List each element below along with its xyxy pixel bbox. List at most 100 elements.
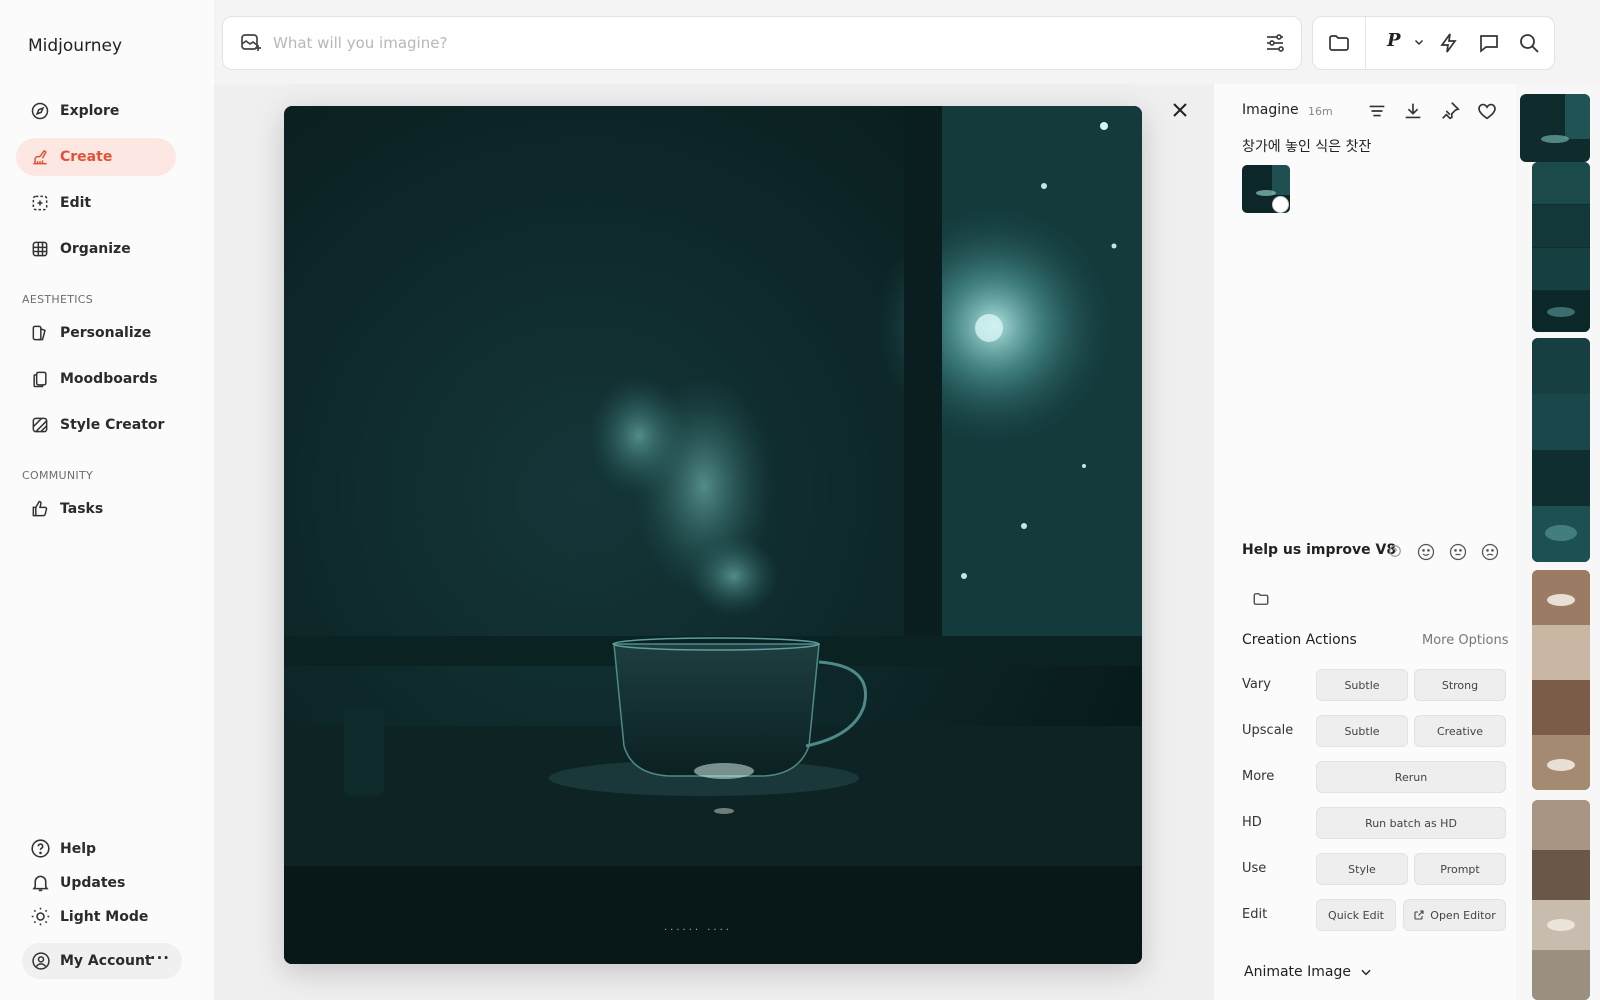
sidebar-item-label: Style Creator — [60, 417, 165, 433]
quick-edit-button[interactable]: Quick Edit — [1316, 899, 1396, 931]
details-panel: Imagine 16m 창가에 놓인 식은 찻잔 Help us improve… — [1214, 84, 1516, 1000]
chevron-down-icon — [1361, 969, 1371, 976]
hd-label: HD — [1242, 815, 1262, 830]
open-editor-label: Open Editor — [1430, 908, 1496, 922]
vary-strong-button[interactable]: Strong — [1414, 669, 1506, 701]
sidebar-item-label: Organize — [60, 241, 131, 257]
section-label-aesthetics: AESTHETICS — [22, 293, 94, 306]
upscale-label: Upscale — [1242, 723, 1294, 738]
close-icon[interactable] — [1168, 98, 1192, 122]
bell-icon — [32, 875, 49, 892]
user-circle-icon — [32, 952, 50, 970]
folder-icon[interactable] — [1252, 590, 1270, 608]
neutral-face-icon[interactable] — [1448, 542, 1468, 562]
grid-icon — [32, 241, 48, 257]
vary-label: Vary — [1242, 677, 1271, 692]
open-editor-button[interactable]: Open Editor — [1403, 899, 1506, 931]
prompt-bar — [222, 16, 1302, 70]
animate-label: Animate Image — [1244, 964, 1351, 980]
menu-lines-icon[interactable] — [1366, 100, 1388, 122]
sidebar-item-label: Personalize — [60, 325, 152, 341]
top-toolbar: P — [1312, 16, 1555, 70]
sidebar-item-create[interactable]: Create — [16, 138, 176, 176]
toolbar-divider — [1365, 17, 1366, 69]
chat-icon[interactable] — [1477, 31, 1501, 55]
panel-title: Imagine — [1242, 102, 1299, 118]
image-pager[interactable]: ······ ···· — [664, 925, 732, 936]
light-mode-label: Light Mode — [60, 908, 149, 925]
my-account-button[interactable]: My Account ··· — [22, 943, 182, 979]
sidebar: Midjourney Explore Create Edit Organize … — [0, 0, 214, 1000]
upscale-subtle-button[interactable]: Subtle — [1316, 715, 1408, 747]
help-circle-icon — [31, 839, 50, 858]
updates-label: Updates — [60, 874, 126, 891]
chevron-down-icon[interactable] — [1413, 36, 1425, 48]
image-add-icon[interactable] — [239, 31, 263, 55]
sun-icon — [31, 907, 50, 926]
personalize-icon — [32, 325, 46, 341]
account-more-button[interactable]: ··· — [150, 949, 170, 967]
rerun-button[interactable]: Rerun — [1316, 761, 1506, 793]
sidebar-item-label: Create — [60, 149, 113, 165]
creation-actions-title: Creation Actions — [1242, 632, 1357, 648]
moodboard-icon — [33, 371, 47, 388]
history-thumb-selected[interactable] — [1520, 94, 1590, 162]
run-batch-hd-button[interactable]: Run batch as HD — [1316, 807, 1506, 839]
personalize-toggle[interactable]: P — [1387, 30, 1401, 51]
sidebar-item-label: Moodboards — [60, 371, 158, 387]
brush-icon — [33, 149, 47, 165]
light-mode-toggle[interactable]: Light Mode — [30, 906, 148, 927]
main-image[interactable] — [284, 106, 1142, 964]
more-options-link[interactable]: More Options — [1422, 633, 1509, 648]
sidebar-item-explore[interactable]: Explore — [16, 92, 176, 130]
help-link[interactable]: Help — [30, 838, 96, 859]
app-logo[interactable]: Midjourney — [28, 36, 122, 56]
more-label: More — [1242, 769, 1275, 784]
lightning-icon[interactable] — [1437, 31, 1461, 55]
sidebar-item-personalize[interactable]: Personalize — [16, 314, 176, 352]
history-thumb-group[interactable] — [1532, 800, 1590, 1000]
vary-subtle-button[interactable]: Subtle — [1316, 669, 1408, 701]
sidebar-item-edit[interactable]: Edit — [16, 184, 176, 222]
info-icon[interactable] — [1388, 544, 1402, 558]
history-thumb-group[interactable] — [1532, 338, 1590, 562]
edit-label: Edit — [1242, 907, 1268, 922]
sidebar-item-label: Edit — [60, 195, 92, 211]
external-link-icon — [1414, 910, 1424, 920]
search-icon[interactable] — [1517, 31, 1541, 55]
sidebar-item-label: Tasks — [60, 501, 104, 517]
pin-icon[interactable] — [1439, 100, 1461, 122]
style-creator-icon — [32, 417, 48, 433]
history-thumb-group[interactable] — [1532, 570, 1590, 790]
panel-time: 16m — [1308, 105, 1333, 118]
sidebar-item-label: Explore — [60, 103, 120, 119]
updates-link[interactable]: Updates — [30, 872, 125, 893]
happy-face-icon[interactable] — [1416, 542, 1436, 562]
use-label: Use — [1242, 861, 1267, 876]
compass-icon — [31, 102, 49, 120]
use-prompt-button[interactable]: Prompt — [1414, 853, 1506, 885]
sidebar-item-tasks[interactable]: Tasks — [16, 490, 176, 528]
sidebar-item-style-creator[interactable]: Style Creator — [16, 406, 176, 444]
sidebar-item-organize[interactable]: Organize — [16, 230, 176, 268]
feedback-title: Help us improve V8 — [1242, 542, 1397, 558]
heart-icon[interactable] — [1476, 100, 1498, 122]
upscale-creative-button[interactable]: Creative — [1414, 715, 1506, 747]
section-label-community: COMMUNITY — [22, 469, 93, 482]
thumbs-up-icon — [32, 500, 48, 517]
help-label: Help — [60, 840, 97, 857]
folder-icon[interactable] — [1327, 31, 1351, 55]
use-style-button[interactable]: Style — [1316, 853, 1408, 885]
animate-image-dropdown[interactable]: Animate Image — [1244, 964, 1373, 980]
prompt-text[interactable]: 창가에 놓인 식은 찻잔 — [1242, 136, 1371, 156]
settings-sliders-icon[interactable] — [1263, 31, 1287, 55]
download-icon[interactable] — [1402, 100, 1424, 122]
sad-face-icon[interactable] — [1480, 542, 1500, 562]
history-thumb-group[interactable] — [1532, 162, 1590, 332]
account-label: My Account — [60, 953, 152, 969]
edit-frame-icon — [32, 195, 48, 211]
prompt-input[interactable] — [273, 34, 1233, 52]
tea-cup-image — [284, 106, 1142, 964]
sidebar-item-moodboards[interactable]: Moodboards — [16, 360, 176, 398]
thumbnail-badge-icon — [1272, 196, 1289, 213]
